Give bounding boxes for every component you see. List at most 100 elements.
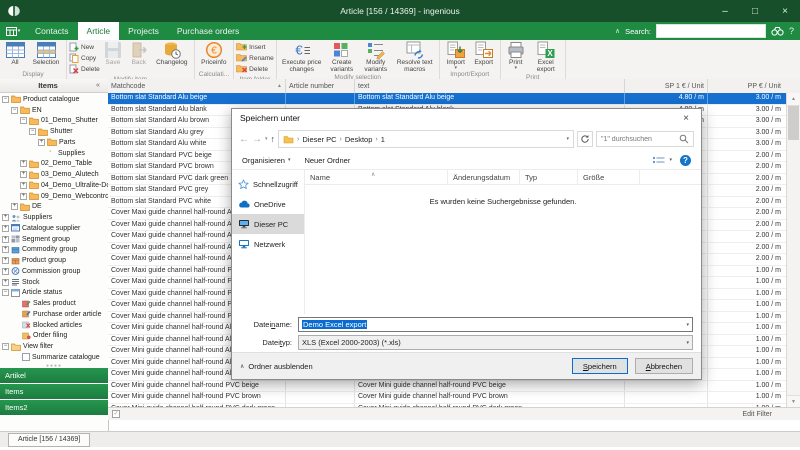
- nav-forward-icon[interactable]: →: [252, 134, 262, 145]
- tree-expander-icon[interactable]: [20, 193, 27, 200]
- tree-expander-icon[interactable]: [2, 225, 9, 232]
- tree-expander-icon[interactable]: [2, 343, 9, 350]
- tree-item[interactable]: Parts: [0, 137, 108, 148]
- breadcrumb-item[interactable]: Dieser PC: [302, 135, 336, 144]
- minimize-button[interactable]: –: [710, 0, 740, 22]
- tree-item[interactable]: EN: [0, 105, 108, 116]
- nav-history-icon[interactable]: ▾: [265, 136, 268, 142]
- tree-expander-icon[interactable]: [11, 107, 18, 114]
- tree-item[interactable]: Product catalogue: [0, 94, 108, 105]
- maximize-button[interactable]: □: [740, 0, 770, 22]
- tree-item[interactable]: Suppliers: [0, 212, 108, 223]
- panel-switcher-bar[interactable]: Items: [0, 384, 108, 399]
- ribbon-tab[interactable]: Projects: [119, 22, 168, 40]
- organize-button[interactable]: Organisieren▾: [242, 156, 290, 165]
- file-column-header[interactable]: Größe: [578, 170, 640, 184]
- binoculars-icon[interactable]: [771, 26, 784, 36]
- ribbon-button[interactable]: € Priceinfo ▾: [197, 40, 231, 66]
- tree-item[interactable]: Article status: [0, 288, 108, 299]
- document-tab[interactable]: Article [156 / 14369]: [8, 433, 90, 447]
- tree-item[interactable]: 03_Demo_Alutech: [0, 169, 108, 180]
- ribbon-small-button[interactable]: Delete: [69, 64, 100, 75]
- tree-item[interactable]: 04_Demo_Ultralite-Doors: [0, 180, 108, 191]
- vertical-scrollbar[interactable]: ▲ ▼: [786, 93, 800, 408]
- tree-expander-icon[interactable]: [29, 128, 36, 135]
- tree-expander-icon[interactable]: [47, 150, 54, 157]
- table-row[interactable]: Cover Mini guide channel half-round PVC …: [108, 392, 787, 404]
- tree-expander-icon[interactable]: [2, 279, 9, 286]
- edit-filter-link[interactable]: Edit Filter: [742, 411, 772, 418]
- tree-item[interactable]: Order filing: [0, 331, 108, 342]
- file-column-header[interactable]: Änderungsdatum: [448, 170, 520, 184]
- collapse-panel-icon[interactable]: «: [96, 82, 108, 89]
- tree-expander-icon[interactable]: [20, 171, 27, 178]
- tree-expander-icon[interactable]: [2, 268, 9, 275]
- tree-item[interactable]: Supplies: [0, 148, 108, 159]
- tree-expander-icon[interactable]: [2, 236, 9, 243]
- ribbon-small-button[interactable]: Rename: [236, 53, 274, 64]
- tree-item[interactable]: Commodity group: [0, 245, 108, 256]
- ribbon-tab[interactable]: Article: [78, 22, 120, 40]
- tree-expander-icon[interactable]: [2, 289, 9, 296]
- ribbon-tab[interactable]: Purchase orders: [168, 22, 248, 40]
- view-selector-icon[interactable]: ▾: [652, 155, 672, 165]
- tree-item[interactable]: DE: [0, 202, 108, 213]
- tree-expander-icon[interactable]: [38, 139, 45, 146]
- tree-item[interactable]: Segment group: [0, 234, 108, 245]
- tree-item[interactable]: Stock: [0, 277, 108, 288]
- panel-switcher-bar[interactable]: Items2: [0, 400, 108, 415]
- ribbon-button[interactable]: Export ▾: [470, 40, 498, 66]
- table-row[interactable]: Cover Mini guide channel half-round PVC …: [108, 381, 787, 393]
- collapse-ribbon-icon[interactable]: ∧: [615, 27, 620, 35]
- help-icon[interactable]: ?: [789, 26, 794, 36]
- scroll-up-icon[interactable]: ▲: [787, 93, 800, 106]
- ribbon-button[interactable]: Import ▾: [442, 40, 470, 70]
- chevron-down-icon[interactable]: ▾: [686, 322, 689, 328]
- cancel-button[interactable]: Abbrechen: [635, 358, 693, 374]
- ribbon-button[interactable]: Print ▾: [503, 40, 529, 70]
- tree-item[interactable]: Purchase order article: [0, 309, 108, 320]
- nav-back-icon[interactable]: ←: [239, 134, 249, 145]
- tree-item[interactable]: 01_Demo_Shutter: [0, 116, 108, 127]
- nav-up-icon[interactable]: ↑: [271, 134, 276, 144]
- tree-expander-icon[interactable]: [2, 257, 9, 264]
- tree-item[interactable]: Catalogue supplier: [0, 223, 108, 234]
- tree-item[interactable]: Commission group: [0, 266, 108, 277]
- tree-item[interactable]: 09_Demo_Webcontrols: [0, 191, 108, 202]
- dialog-search-input[interactable]: "1" durchsuchen: [596, 131, 694, 147]
- filetype-select[interactable]: XLS (Excel 2000-2003) (*.xls) ▾: [298, 335, 693, 350]
- hide-folders-button[interactable]: ∧ Ordner ausblenden: [240, 362, 313, 371]
- application-menu-button[interactable]: ▾: [0, 22, 26, 40]
- filename-input[interactable]: Demo Excel export ▾: [298, 317, 693, 332]
- file-column-header[interactable]: Typ: [520, 170, 578, 184]
- tree-expander-icon[interactable]: [20, 160, 27, 167]
- ribbon-button[interactable]: Create variants ▾: [325, 40, 359, 73]
- save-button[interactable]: Speichern: [572, 358, 628, 374]
- tree-expander-icon[interactable]: [2, 214, 9, 221]
- tree-item[interactable]: 02_Demo_Table: [0, 159, 108, 170]
- ribbon-button[interactable]: Back ▾: [126, 40, 152, 66]
- filter-checkbox[interactable]: ✓: [112, 410, 120, 418]
- ribbon-button[interactable]: € Execute price changes ▾: [279, 40, 325, 73]
- ribbon-small-button[interactable]: Delete: [236, 64, 274, 75]
- sidebar-location-item[interactable]: Dieser PC: [232, 214, 304, 234]
- sidebar-location-item[interactable]: Schnellzugriff: [232, 174, 304, 194]
- ribbon-small-button[interactable]: Insert: [236, 42, 274, 53]
- tree-item[interactable]: Shutter: [0, 126, 108, 137]
- ribbon-small-button[interactable]: New: [69, 42, 100, 53]
- tree-item[interactable]: Summarize catalogue: [0, 352, 108, 363]
- sidebar-location-item[interactable]: Netzwerk: [232, 234, 304, 254]
- file-column-header[interactable]: Name: [305, 170, 448, 184]
- ribbon-button[interactable]: X Excel export ▾: [529, 40, 563, 73]
- column-header-sp[interactable]: SP 1 € / Unit: [625, 79, 708, 93]
- ribbon-button[interactable]: Changelog ▾: [152, 40, 192, 66]
- sidebar-location-item[interactable]: OneDrive: [232, 194, 304, 214]
- breadcrumb-item[interactable]: 1: [381, 135, 385, 144]
- tree-expander-icon[interactable]: [20, 117, 27, 124]
- ribbon-button[interactable]: Resolve text macros ▾: [393, 40, 437, 73]
- search-input[interactable]: [656, 24, 766, 38]
- breadcrumb-dropdown-icon[interactable]: ▾: [566, 136, 569, 142]
- tree-expander-icon[interactable]: [2, 96, 9, 103]
- breadcrumb[interactable]: › Dieser PC › Desktop › 1 ▾: [278, 130, 574, 148]
- column-header-text[interactable]: text: [355, 79, 625, 93]
